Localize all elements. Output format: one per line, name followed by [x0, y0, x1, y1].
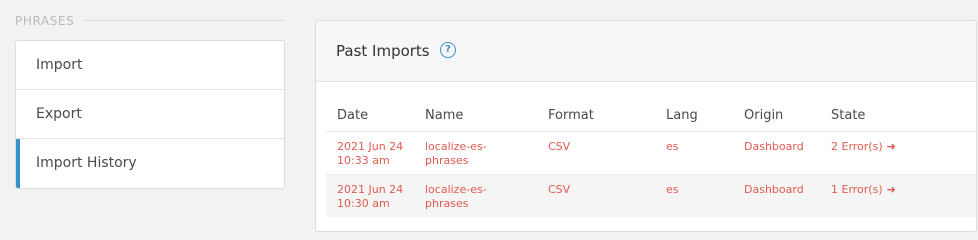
state-label: 2 Error(s) — [831, 140, 883, 153]
cell-date-day: 2021 Jun 24 — [337, 140, 404, 153]
cell-date: 2021 Jun 24 10:30 am — [337, 183, 417, 211]
column-header-origin: Origin — [744, 108, 784, 123]
cell-format: CSV — [548, 183, 571, 196]
cell-name-line2: phrases — [425, 197, 469, 210]
cell-lang: es — [666, 140, 679, 153]
cell-name-line2: phrases — [425, 154, 469, 167]
imports-table: Date Name Format Lang Origin State 2021 … — [326, 101, 976, 217]
column-header-state: State — [831, 108, 866, 123]
cell-name-line1: localize-es- — [425, 183, 487, 196]
cell-state[interactable]: 2 Error(s) ➜ — [831, 140, 896, 154]
section-label: PHRASES — [15, 14, 75, 28]
cell-date: 2021 Jun 24 10:33 am — [337, 140, 417, 168]
cell-date-time: 10:30 am — [337, 197, 390, 210]
column-header-date: Date — [337, 108, 369, 123]
question-circle-icon[interactable]: ? — [440, 42, 456, 58]
cell-format: CSV — [548, 140, 571, 153]
cell-name: localize-es- phrases — [425, 183, 525, 211]
table-row[interactable]: 2021 Jun 24 10:30 am localize-es- phrase… — [326, 174, 976, 217]
cell-name-line1: localize-es- — [425, 140, 487, 153]
section-divider — [83, 20, 285, 21]
sidebar-item-export[interactable]: Export — [16, 90, 284, 139]
sidebar-menu: Import Export Import History — [15, 40, 285, 189]
arrow-right-icon: ➜ — [886, 140, 896, 153]
column-header-name: Name — [425, 108, 464, 123]
table-header: Date Name Format Lang Origin State — [326, 101, 976, 132]
column-header-lang: Lang — [666, 108, 698, 123]
panel-title: Past Imports — [336, 42, 430, 60]
panel-header: Past Imports ? — [316, 21, 976, 82]
column-header-format: Format — [548, 108, 594, 123]
cell-date-time: 10:33 am — [337, 154, 390, 167]
sidebar-item-import-history[interactable]: Import History — [16, 139, 284, 188]
cell-origin: Dashboard — [744, 183, 804, 196]
arrow-right-icon: ➜ — [886, 183, 896, 196]
sidebar-item-import[interactable]: Import — [16, 41, 284, 90]
state-label: 1 Error(s) — [831, 183, 883, 196]
cell-name: localize-es- phrases — [425, 140, 525, 168]
past-imports-panel: Past Imports ? Date Name Format Lang Ori… — [315, 20, 977, 232]
cell-state[interactable]: 1 Error(s) ➜ — [831, 183, 896, 197]
cell-lang: es — [666, 183, 679, 196]
cell-date-day: 2021 Jun 24 — [337, 183, 404, 196]
cell-origin: Dashboard — [744, 140, 804, 153]
table-row[interactable]: 2021 Jun 24 10:33 am localize-es- phrase… — [326, 132, 976, 174]
